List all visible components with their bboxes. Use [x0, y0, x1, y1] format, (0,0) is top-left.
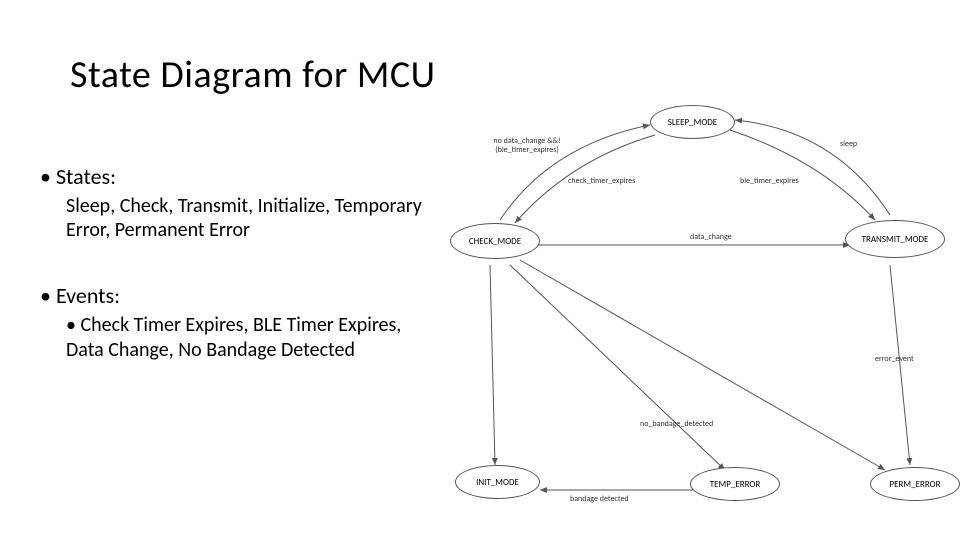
edge-check-transmit: data_change [690, 233, 732, 242]
state-check: CHECK_MODE [450, 223, 540, 259]
events-list: Check Timer Expires, BLE Timer Expires, … [66, 313, 440, 363]
edge-check-temp: no_bandage_detected [640, 420, 713, 429]
slide-title: State Diagram for MCU [70, 52, 436, 98]
state-sleep: SLEEP_MODE [650, 105, 735, 139]
edge-transmit-sleep: sleep [840, 140, 857, 149]
state-init: INIT_MODE [455, 465, 540, 499]
events-heading: Events: [40, 282, 440, 309]
state-perm-error: PERM_ERROR [870, 467, 960, 501]
edge-temp-init: bandage detected [570, 495, 629, 504]
state-transmit: TRANSMIT_MODE [845, 220, 945, 258]
state-diagram: SLEEP_MODE CHECK_MODE TRANSMIT_MODE INIT… [440, 95, 960, 525]
edge-transmit-perm: error_event [875, 355, 914, 364]
edge-sleep-transmit: ble_timer_expires [740, 177, 799, 186]
state-temp-error: TEMP_ERROR [690, 467, 780, 501]
edge-check-sleep: no data_change &&!(ble_timer_expires) [482, 137, 572, 155]
states-heading: States: [40, 163, 440, 190]
edge-sleep-check: check_timer_expires [568, 177, 635, 186]
diagram-arrows [440, 95, 960, 525]
states-list: Sleep, Check, Transmit, Initialize, Temp… [66, 194, 440, 242]
text-column: States: Sleep, Check, Transmit, Initiali… [40, 155, 440, 363]
